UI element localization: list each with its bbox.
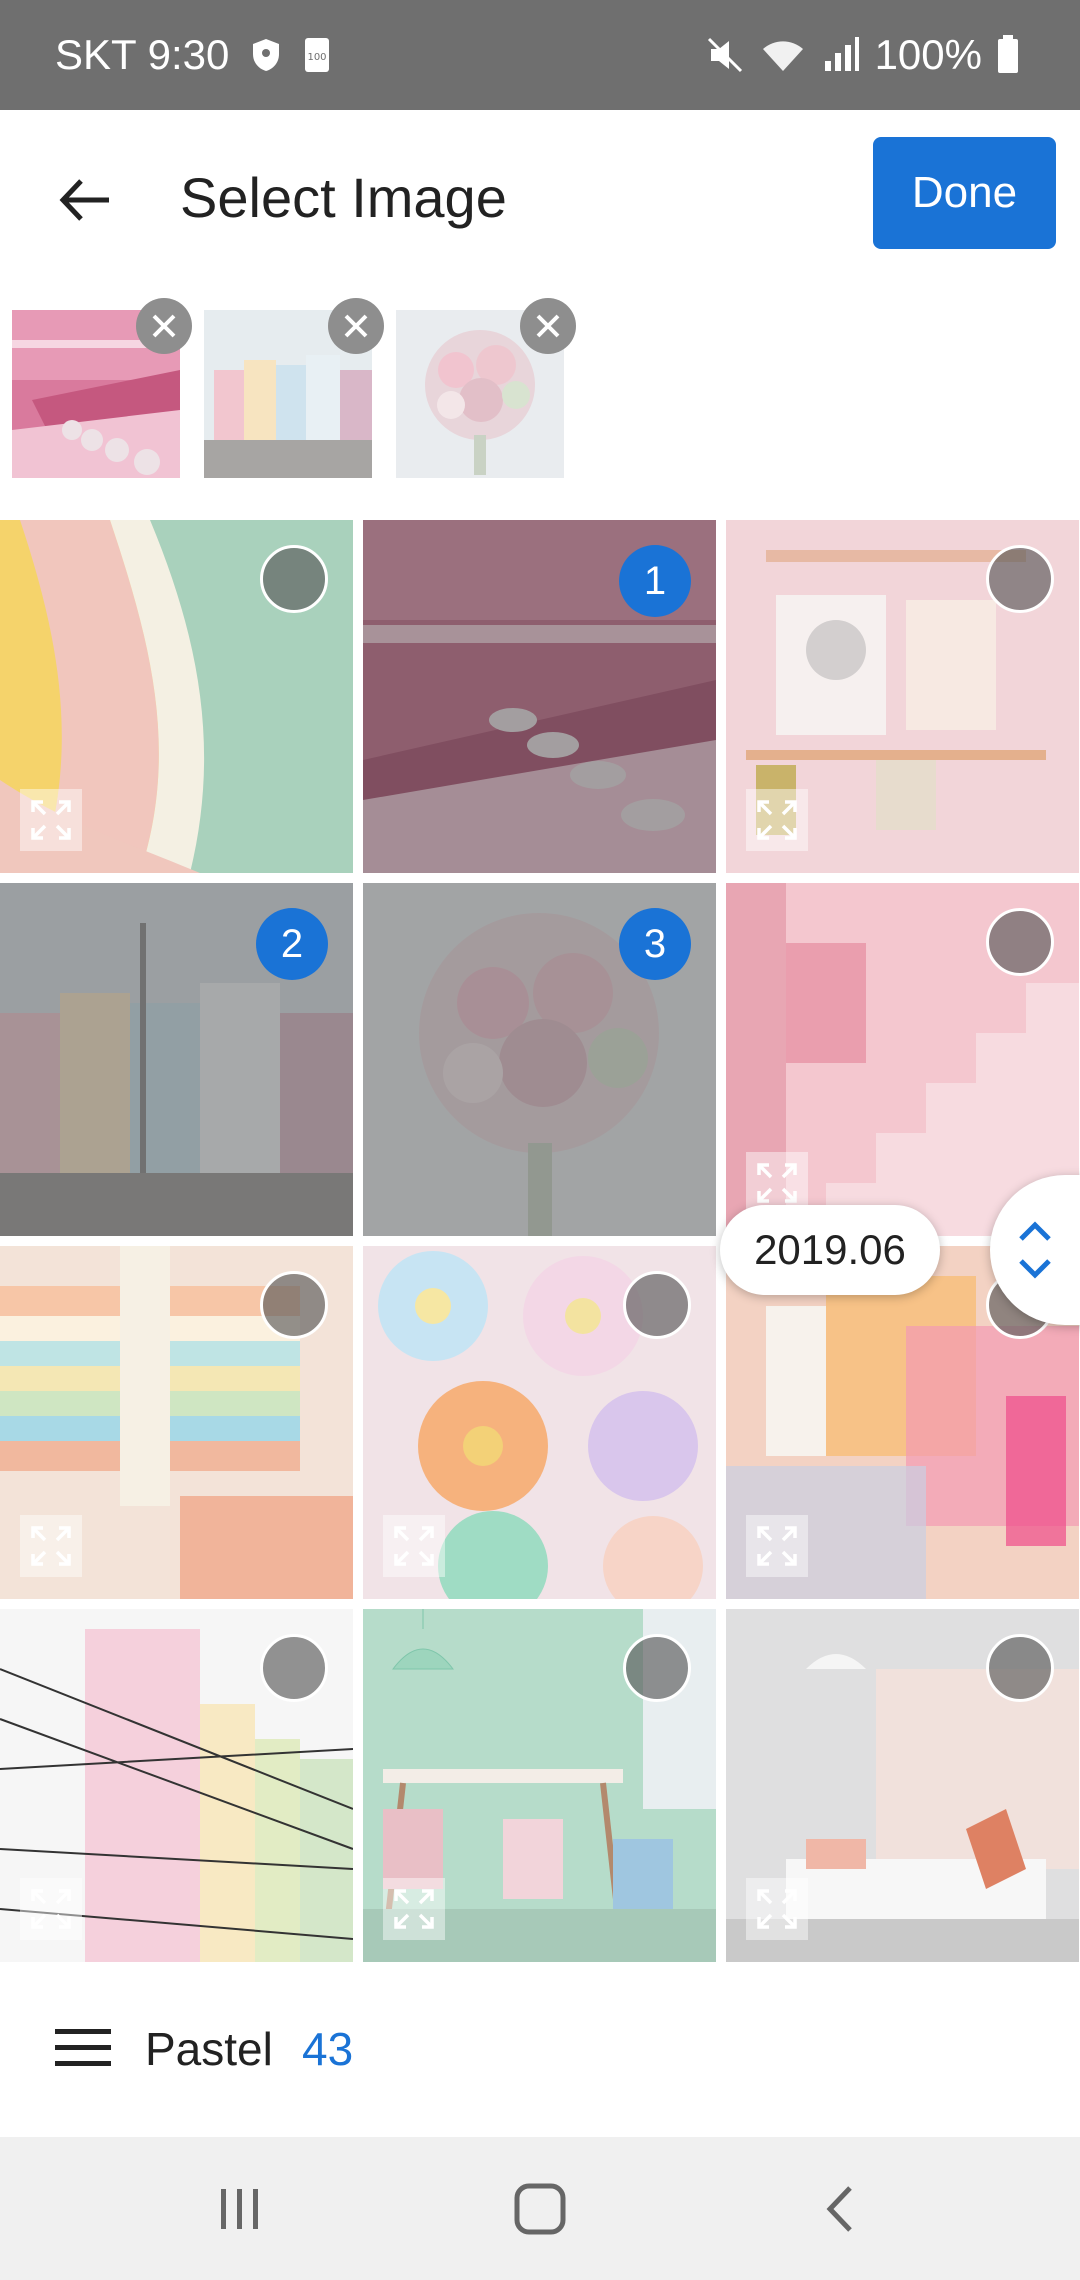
grid-tile[interactable] xyxy=(0,1246,353,1599)
expand-button[interactable] xyxy=(20,789,82,851)
back-button[interactable] xyxy=(40,155,130,245)
album-name[interactable]: Pastel xyxy=(145,2022,273,2076)
select-toggle[interactable] xyxy=(260,1634,328,1702)
chevron-up-down-icon xyxy=(1019,1221,1051,1279)
back-icon xyxy=(826,2185,852,2232)
grid-tile[interactable] xyxy=(726,883,1079,1236)
battery-percent: 100% xyxy=(874,31,982,78)
status-left: SKT 9:30 100 xyxy=(55,0,331,110)
album-menu-button[interactable] xyxy=(48,2017,118,2077)
recents-button[interactable] xyxy=(140,2137,340,2280)
remove-button[interactable] xyxy=(136,298,192,354)
grid-tile[interactable] xyxy=(0,1609,353,1962)
select-toggle[interactable] xyxy=(623,1271,691,1339)
grid-tile[interactable]: 3 xyxy=(363,883,716,1236)
expand-icon xyxy=(394,1526,434,1566)
expand-icon xyxy=(757,800,797,840)
remove-button[interactable] xyxy=(520,298,576,354)
mute-icon xyxy=(705,35,745,75)
shield-icon xyxy=(251,37,281,73)
selected-images-strip xyxy=(0,290,1080,490)
expand-button[interactable] xyxy=(20,1878,82,1940)
select-toggle[interactable] xyxy=(986,545,1054,613)
selection-number[interactable]: 3 xyxy=(619,908,691,980)
expand-icon xyxy=(394,1889,434,1929)
storage-icon: 100 xyxy=(303,36,331,74)
close-icon xyxy=(536,314,560,338)
select-toggle[interactable] xyxy=(986,1634,1054,1702)
remove-button[interactable] xyxy=(328,298,384,354)
selection-number[interactable]: 1 xyxy=(619,545,691,617)
select-toggle[interactable] xyxy=(623,1634,691,1702)
selection-number[interactable]: 2 xyxy=(256,908,328,980)
nav-back-button[interactable] xyxy=(740,2137,940,2280)
status-bar: SKT 9:30 100 100% xyxy=(0,0,1080,110)
home-icon xyxy=(514,2183,566,2234)
expand-icon xyxy=(31,1526,71,1566)
date-indicator: 2019.06 xyxy=(720,1205,940,1295)
grid-tile[interactable] xyxy=(363,1609,716,1962)
expand-icon xyxy=(757,1163,797,1203)
album-bar: Pastel 43 xyxy=(0,1962,1080,2137)
page-title: Select Image xyxy=(180,166,507,229)
close-icon xyxy=(152,314,176,338)
selected-thumb-pastel-houses[interactable] xyxy=(204,298,384,478)
battery-icon xyxy=(996,35,1020,75)
grid-tile[interactable] xyxy=(0,520,353,873)
wifi-icon xyxy=(759,35,807,75)
selected-thumb-flower-bouquet[interactable] xyxy=(396,298,576,478)
done-button[interactable]: Done xyxy=(873,137,1056,249)
arrow-left-icon xyxy=(59,179,109,221)
grid-tile[interactable] xyxy=(726,1609,1079,1962)
expand-icon xyxy=(757,1889,797,1929)
carrier-time: SKT 9:30 xyxy=(55,31,230,78)
signal-icon xyxy=(821,35,861,75)
hamburger-icon xyxy=(55,2029,111,2066)
grid-tile[interactable]: 2 xyxy=(0,883,353,1236)
home-button[interactable] xyxy=(440,2137,640,2280)
system-nav-bar xyxy=(0,2137,1080,2280)
expand-button[interactable] xyxy=(383,1878,445,1940)
expand-icon xyxy=(31,800,71,840)
expand-button[interactable] xyxy=(746,1878,808,1940)
expand-icon xyxy=(31,1889,71,1929)
header: Select Image Done xyxy=(0,110,1080,280)
close-icon xyxy=(344,314,368,338)
expand-button[interactable] xyxy=(746,1515,808,1577)
grid-tile[interactable]: 1 xyxy=(363,520,716,873)
album-count: 43 xyxy=(302,2023,354,2075)
select-toggle[interactable] xyxy=(260,1271,328,1339)
storage-label: 100 xyxy=(308,52,327,63)
status-right: 100% xyxy=(705,0,1020,110)
select-toggle[interactable] xyxy=(986,908,1054,976)
expand-button[interactable] xyxy=(746,789,808,851)
expand-icon xyxy=(757,1526,797,1566)
select-toggle[interactable] xyxy=(260,545,328,613)
grid-tile[interactable] xyxy=(726,520,1079,873)
expand-button[interactable] xyxy=(20,1515,82,1577)
grid-tile[interactable] xyxy=(363,1246,716,1599)
recents-icon xyxy=(221,2188,258,2229)
expand-button[interactable] xyxy=(383,1515,445,1577)
selected-thumb-pink-diner[interactable] xyxy=(12,298,192,478)
